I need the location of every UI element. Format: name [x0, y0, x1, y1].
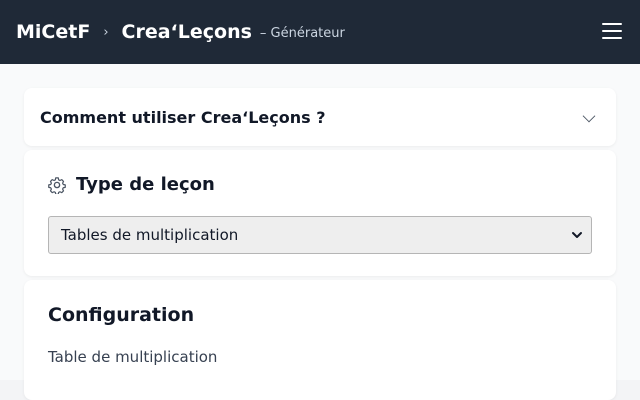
- lesson-type-header: Type de leçon: [48, 174, 215, 195]
- app-subtitle: – Générateur: [259, 26, 345, 41]
- lesson-type-card: Type de leçon Tables de multiplication: [24, 150, 616, 276]
- top-navbar: MiCetF › Crea‘Leçons – Générateur: [0, 0, 640, 64]
- gear-icon: [48, 176, 66, 194]
- help-accordion[interactable]: Comment utiliser Crea‘Leçons ?: [24, 88, 616, 146]
- lesson-type-selected-value: Tables de multiplication: [61, 226, 239, 244]
- help-accordion-title[interactable]: Comment utiliser Crea‘Leçons ?: [40, 108, 326, 127]
- brand-logo-text[interactable]: MiCetF: [16, 21, 90, 43]
- main-content: Comment utiliser Crea‘Leçons ? Type de l…: [0, 64, 640, 400]
- configuration-title: Configuration: [48, 304, 195, 326]
- lesson-type-select[interactable]: Tables de multiplication: [48, 216, 592, 254]
- multiplication-table-label: Table de multiplication: [48, 348, 218, 366]
- hamburger-menu-icon[interactable]: [602, 22, 622, 40]
- breadcrumb-separator: ›: [103, 24, 109, 40]
- app-title[interactable]: Crea‘Leçons: [122, 21, 252, 43]
- select-caret-icon: [572, 232, 582, 238]
- chevron-down-icon[interactable]: [582, 109, 596, 123]
- configuration-card: Configuration Table de multiplication: [24, 280, 616, 400]
- lesson-type-title: Type de leçon: [76, 174, 215, 195]
